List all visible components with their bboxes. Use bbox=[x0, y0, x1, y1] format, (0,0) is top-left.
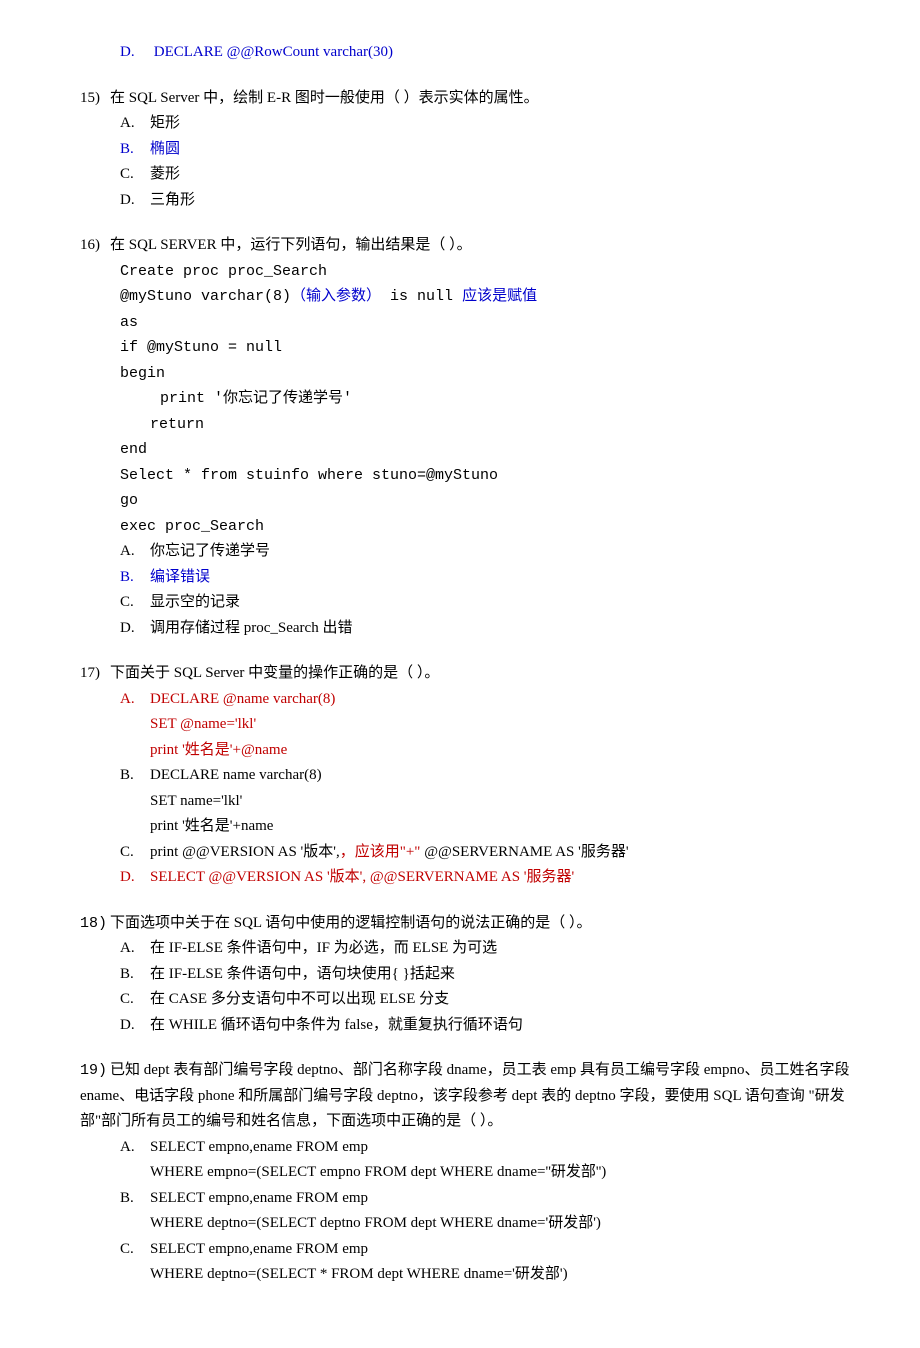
code-line: Select * from stuinfo where stuno=@myStu… bbox=[120, 463, 860, 489]
code-line: go bbox=[120, 488, 860, 514]
option-d: D.三角形 bbox=[120, 188, 860, 214]
option-label: D. bbox=[120, 40, 150, 66]
option-d: D. DECLARE @@RowCount varchar(30) bbox=[120, 40, 860, 66]
code-line: return bbox=[120, 412, 860, 438]
code-line: begin bbox=[120, 361, 860, 387]
question-stem: 17)下面关于 SQL Server 中变量的操作正确的是（ ）。 bbox=[80, 661, 860, 687]
code-line: if @myStuno = null bbox=[120, 335, 860, 361]
option-a-line2: SET @name='lkl' bbox=[120, 712, 860, 738]
option-b: B.在 IF-ELSE 条件语句中，语句块使用{ }括起来 bbox=[120, 962, 860, 988]
code-line: Create proc proc_Search bbox=[120, 259, 860, 285]
option-c: C.显示空的记录 bbox=[120, 590, 860, 616]
question-16: 16)在 SQL SERVER 中，运行下列语句，输出结果是（ ）。 Creat… bbox=[80, 233, 860, 641]
option-d: D.在 WHILE 循环语句中条件为 false，就重复执行循环语句 bbox=[120, 1013, 860, 1039]
option-a: A.SELECT empno,ename FROM emp bbox=[120, 1135, 860, 1161]
option-a: A.矩形 bbox=[120, 111, 860, 137]
question-number: 19) bbox=[80, 1058, 110, 1084]
code-line: print '你忘记了传递学号' bbox=[120, 386, 860, 412]
question-number: 18) bbox=[80, 911, 110, 937]
option-c: C.SELECT empno,ename FROM emp bbox=[120, 1237, 860, 1263]
option-c: C.菱形 bbox=[120, 162, 860, 188]
option-text: DECLARE @@RowCount varchar(30) bbox=[154, 44, 393, 60]
question-number: 16) bbox=[80, 233, 110, 259]
option-a: A.DECLARE @name varchar(8) bbox=[120, 687, 860, 713]
code-line: exec proc_Search bbox=[120, 514, 860, 540]
question-stem: 16)在 SQL SERVER 中，运行下列语句，输出结果是（ ）。 bbox=[80, 233, 860, 259]
question-18: 18)下面选项中关于在 SQL 语句中使用的逻辑控制语句的说法正确的是（ ）。 … bbox=[80, 911, 860, 1039]
code-line: as bbox=[120, 310, 860, 336]
option-c-line2: WHERE deptno=(SELECT * FROM dept WHERE d… bbox=[120, 1262, 860, 1288]
question-stem: 18)下面选项中关于在 SQL 语句中使用的逻辑控制语句的说法正确的是（ ）。 bbox=[80, 911, 860, 937]
option-c: C.print @@VERSION AS '版本',，应该用"+" @@SERV… bbox=[120, 840, 860, 866]
option-b-line2: SET name='lkl' bbox=[120, 789, 860, 815]
option-a: A.在 IF-ELSE 条件语句中，IF 为必选，而 ELSE 为可选 bbox=[120, 936, 860, 962]
question-number: 15) bbox=[80, 86, 110, 112]
option-b: B.SELECT empno,ename FROM emp bbox=[120, 1186, 860, 1212]
option-d: D.SELECT @@VERSION AS '版本', @@SERVERNAME… bbox=[120, 865, 860, 891]
option-b: B.椭圆 bbox=[120, 137, 860, 163]
option-b: B.DECLARE name varchar(8) bbox=[120, 763, 860, 789]
option-a: A.你忘记了传递学号 bbox=[120, 539, 860, 565]
code-line: end bbox=[120, 437, 860, 463]
code-line: @myStuno varchar(8)（输入参数） is null 应该是赋值 bbox=[120, 284, 860, 310]
question-stem: 19)已知 dept 表有部门编号字段 deptno、部门名称字段 dname，… bbox=[80, 1058, 860, 1135]
question-14-tail: D. DECLARE @@RowCount varchar(30) bbox=[80, 40, 860, 66]
option-a-line3: print '姓名是'+@name bbox=[120, 738, 860, 764]
option-b-line2: WHERE deptno=(SELECT deptno FROM dept WH… bbox=[120, 1211, 860, 1237]
option-b: B.编译错误 bbox=[120, 565, 860, 591]
question-15: 15)在 SQL Server 中，绘制 E-R 图时一般使用（ ）表示实体的属… bbox=[80, 86, 860, 214]
question-19: 19)已知 dept 表有部门编号字段 deptno、部门名称字段 dname，… bbox=[80, 1058, 860, 1288]
option-d: D.调用存储过程 proc_Search 出错 bbox=[120, 616, 860, 642]
question-17: 17)下面关于 SQL Server 中变量的操作正确的是（ ）。 A.DECL… bbox=[80, 661, 860, 891]
option-a-line2: WHERE empno=(SELECT empno FROM dept WHER… bbox=[120, 1160, 860, 1186]
option-c: C.在 CASE 多分支语句中不可以出现 ELSE 分支 bbox=[120, 987, 860, 1013]
question-number: 17) bbox=[80, 661, 110, 687]
option-b-line3: print '姓名是'+name bbox=[120, 814, 860, 840]
question-stem: 15)在 SQL Server 中，绘制 E-R 图时一般使用（ ）表示实体的属… bbox=[80, 86, 860, 112]
